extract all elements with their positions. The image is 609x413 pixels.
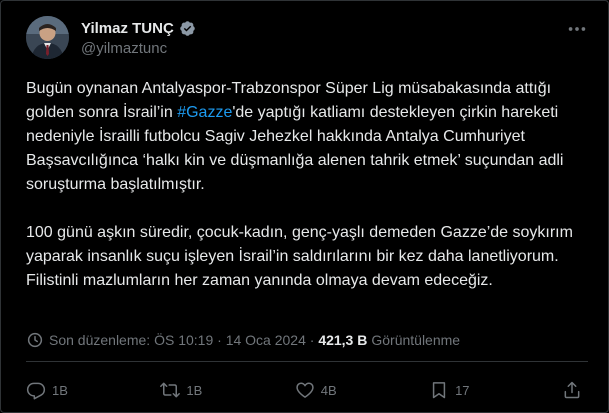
like-count: 4B <box>320 382 337 398</box>
reply-count: 1B <box>52 382 68 398</box>
views-label: Görüntülenme <box>371 332 461 348</box>
bookmark-count: 17 <box>455 382 470 398</box>
bookmark-button[interactable]: 17 <box>429 380 470 400</box>
post-time[interactable]: ÖS 10:19 <box>154 332 213 348</box>
author-name[interactable]: Yilmaz TUNÇ <box>81 20 174 37</box>
avatar[interactable] <box>26 16 69 59</box>
reply-button[interactable]: 1B <box>26 380 68 400</box>
avatar-image <box>26 16 69 59</box>
tweet-meta: Son düzenleme: ÖS 10:19 · 14 Oca 2024 · … <box>26 331 460 349</box>
repost-count: 1B <box>186 382 203 398</box>
repost-icon <box>160 382 181 398</box>
tweet-text: Bugün oynanan Antalyaspor-Trabzonspor Sü… <box>26 77 586 293</box>
tweet-paragraph-2: 100 günü aşkın süredir, çocuk-kadın, gen… <box>26 224 573 289</box>
meta-separator: · <box>309 332 315 348</box>
verified-badge-icon <box>180 21 195 36</box>
action-bar: 1B 1B 4B 17 <box>26 375 588 405</box>
edited-label[interactable]: Son düzenleme: <box>49 332 150 348</box>
like-icon <box>296 382 314 398</box>
repost-button[interactable]: 1B <box>160 380 202 400</box>
tweet-paragraph-1: Bugün oynanan Antalyaspor-Trabzonspor Sü… <box>26 80 564 193</box>
author-handle[interactable]: @yilmaztunc <box>81 40 167 57</box>
share-icon <box>564 381 580 399</box>
views-count: 421,3 B <box>318 332 368 348</box>
author-name-row: Yilmaz TUNÇ <box>81 20 196 37</box>
more-icon[interactable] <box>566 18 588 40</box>
post-date[interactable]: 14 Oca 2024 <box>226 332 306 348</box>
bookmark-icon <box>432 382 446 399</box>
like-button[interactable]: 4B <box>295 380 337 400</box>
reply-icon <box>26 382 46 400</box>
tweet-card: Yilmaz TUNÇ @yilmaztunc Bugün oynanan An… <box>0 0 609 413</box>
share-button[interactable] <box>562 380 588 400</box>
clock-icon <box>27 332 43 348</box>
hashtag-link[interactable]: #Gazze <box>177 104 232 121</box>
divider <box>26 361 588 362</box>
meta-separator: · <box>217 332 222 348</box>
